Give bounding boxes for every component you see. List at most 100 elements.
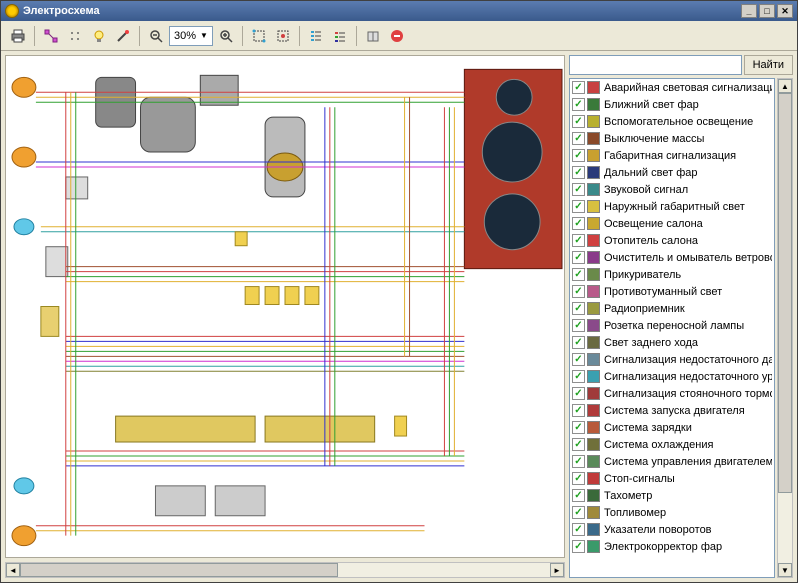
circuit-checkbox[interactable]: ✓ xyxy=(572,132,585,145)
circuit-row[interactable]: ✓Выключение массы xyxy=(570,130,774,147)
circuit-checkbox[interactable]: ✓ xyxy=(572,370,585,383)
circuit-row[interactable]: ✓ Аварийная световая сигнализация xyxy=(570,79,774,96)
circuit-row[interactable]: ✓ Вспомогательное освещение xyxy=(570,113,774,130)
circuit-row[interactable]: ✓ Сигнализация стояночного тормоза xyxy=(570,385,774,402)
circuit-row[interactable]: ✓Наружный габаритный свет xyxy=(570,198,774,215)
circuit-checkbox[interactable]: ✓ xyxy=(572,166,585,179)
select-tool-icon[interactable] xyxy=(248,25,270,47)
circuit-row[interactable]: ✓Дальний свет фар xyxy=(570,164,774,181)
circuit-row[interactable]: ✓Стоп-сигналы xyxy=(570,470,774,487)
circuit-checkbox[interactable]: ✓ xyxy=(572,438,585,451)
scroll-left-button[interactable]: ◄ xyxy=(6,563,20,577)
circuit-row[interactable]: ✓Система охлаждения xyxy=(570,436,774,453)
circuit-checkbox[interactable]: ✓ xyxy=(572,81,585,94)
circuit-checkbox[interactable]: ✓ xyxy=(572,336,585,349)
circuit-row[interactable]: ✓ Сигнализация недостаточного уровня тор xyxy=(570,368,774,385)
titlebar[interactable]: Электросхема _ □ ✕ xyxy=(1,1,797,21)
circuit-checkbox[interactable]: ✓ xyxy=(572,302,585,315)
circuit-checkbox[interactable]: ✓ xyxy=(572,404,585,417)
circuit-row[interactable]: ✓Противотуманный свет xyxy=(570,283,774,300)
circuit-label: Вспомогательное освещение xyxy=(604,116,753,128)
circuit-checkbox[interactable]: ✓ xyxy=(572,455,585,468)
circuit-row[interactable]: ✓Ближний свет фар xyxy=(570,96,774,113)
search-input[interactable] xyxy=(569,55,742,75)
circuit-row[interactable]: ✓Отопитель салона xyxy=(570,232,774,249)
circuit-label: Система зарядки xyxy=(604,422,692,434)
circuit-checkbox[interactable]: ✓ xyxy=(572,540,585,553)
circuit-label: Сигнализация недостаточного уровня тор xyxy=(604,371,772,383)
circuit-checkbox[interactable]: ✓ xyxy=(572,387,585,400)
highlight-tool-icon[interactable] xyxy=(272,25,294,47)
circuit-row[interactable]: ✓Система управления двигателем xyxy=(570,453,774,470)
schematic-canvas[interactable] xyxy=(5,55,565,558)
circuit-row[interactable]: ✓ Система зарядки xyxy=(570,419,774,436)
circuit-row[interactable]: ✓Прикуриватель xyxy=(570,266,774,283)
circuit-row[interactable]: ✓Сигнализация недостаточного давления м xyxy=(570,351,774,368)
circuit-checkbox[interactable]: ✓ xyxy=(572,268,585,281)
zoom-value: 30% xyxy=(174,30,196,42)
circuit-list[interactable]: ✓ Аварийная световая сигнализация ✓Ближний… xyxy=(569,78,775,578)
circuit-row[interactable]: ✓Тахометр xyxy=(570,487,774,504)
circuit-label: Аварийная световая сигнализация xyxy=(604,82,772,94)
scroll-thumb[interactable] xyxy=(20,563,338,577)
circuit-row[interactable]: ✓Система запуска двигателя xyxy=(570,402,774,419)
circuit-row[interactable]: ✓Звуковой сигнал xyxy=(570,181,774,198)
scroll-thumb[interactable] xyxy=(778,93,792,493)
circuit-row[interactable]: ✓Топливомер xyxy=(570,504,774,521)
scroll-right-button[interactable]: ► xyxy=(550,563,564,577)
circuit-color-swatch xyxy=(587,81,600,94)
find-button[interactable]: Найти xyxy=(744,55,793,75)
circuit-checkbox[interactable]: ✓ xyxy=(572,506,585,519)
close-button[interactable]: ✕ xyxy=(777,4,793,18)
minimize-button[interactable]: _ xyxy=(741,4,757,18)
circuit-row[interactable]: ✓Электрокорректор фар xyxy=(570,538,774,555)
circuit-color-swatch xyxy=(587,268,600,281)
circuit-checkbox[interactable]: ✓ xyxy=(572,285,585,298)
circuit-checkbox[interactable]: ✓ xyxy=(572,319,585,332)
circuit-checkbox[interactable]: ✓ xyxy=(572,183,585,196)
circuit-checkbox[interactable]: ✓ xyxy=(572,421,585,434)
circuit-checkbox[interactable]: ✓ xyxy=(572,149,585,162)
circuit-checkbox[interactable]: ✓ xyxy=(572,115,585,128)
circuit-checkbox[interactable]: ✓ xyxy=(572,472,585,485)
circuit-checkbox[interactable]: ✓ xyxy=(572,200,585,213)
list-view-icon[interactable] xyxy=(305,25,327,47)
scroll-track[interactable] xyxy=(20,563,550,577)
circuit-row[interactable]: ✓Габаритная сигнализация xyxy=(570,147,774,164)
circuit-row[interactable]: ✓Розетка переносной лампы xyxy=(570,317,774,334)
circuit-checkbox[interactable]: ✓ xyxy=(572,217,585,230)
vertical-scrollbar[interactable]: ▲ ▼ xyxy=(777,78,793,578)
book-icon[interactable] xyxy=(362,25,384,47)
points-tool-icon[interactable] xyxy=(64,25,86,47)
maximize-button[interactable]: □ xyxy=(759,4,775,18)
circuit-row[interactable]: ✓Освещение салона xyxy=(570,215,774,232)
circuit-checkbox[interactable]: ✓ xyxy=(572,353,585,366)
circuit-row[interactable]: ✓ Радиоприемник xyxy=(570,300,774,317)
content-area: ◄ ► Найти ✓ Аварийная световая сигнализац… xyxy=(1,51,797,582)
layers-icon[interactable] xyxy=(329,25,351,47)
circuit-label: Радиоприемник xyxy=(604,303,685,315)
circuit-checkbox[interactable]: ✓ xyxy=(572,98,585,111)
circuit-color-swatch xyxy=(587,234,600,247)
scroll-down-button[interactable]: ▼ xyxy=(778,563,792,577)
horizontal-scrollbar[interactable]: ◄ ► xyxy=(5,562,565,578)
circuit-checkbox[interactable]: ✓ xyxy=(572,234,585,247)
connector-tool-icon[interactable] xyxy=(40,25,62,47)
print-icon[interactable] xyxy=(7,25,29,47)
circuit-checkbox[interactable]: ✓ xyxy=(572,523,585,536)
zoom-in-icon[interactable] xyxy=(215,25,237,47)
circuit-label: Сигнализация стояночного тормоза xyxy=(604,388,772,400)
stop-icon[interactable] xyxy=(386,25,408,47)
circuit-row[interactable]: ✓Указатели поворотов xyxy=(570,521,774,538)
scroll-track[interactable] xyxy=(778,93,792,563)
scroll-up-button[interactable]: ▲ xyxy=(778,79,792,93)
circuit-row[interactable]: ✓Очиститель и омыватель ветрового стекл xyxy=(570,249,774,266)
circuit-row[interactable]: ✓Свет заднего хода xyxy=(570,334,774,351)
circuit-checkbox[interactable]: ✓ xyxy=(572,489,585,502)
zoom-combobox[interactable]: 30%▼ xyxy=(169,26,213,46)
bulb-icon[interactable] xyxy=(88,25,110,47)
circuit-checkbox[interactable]: ✓ xyxy=(572,251,585,264)
separator xyxy=(356,26,357,46)
zoom-out-icon[interactable] xyxy=(145,25,167,47)
probe-icon[interactable] xyxy=(112,25,134,47)
